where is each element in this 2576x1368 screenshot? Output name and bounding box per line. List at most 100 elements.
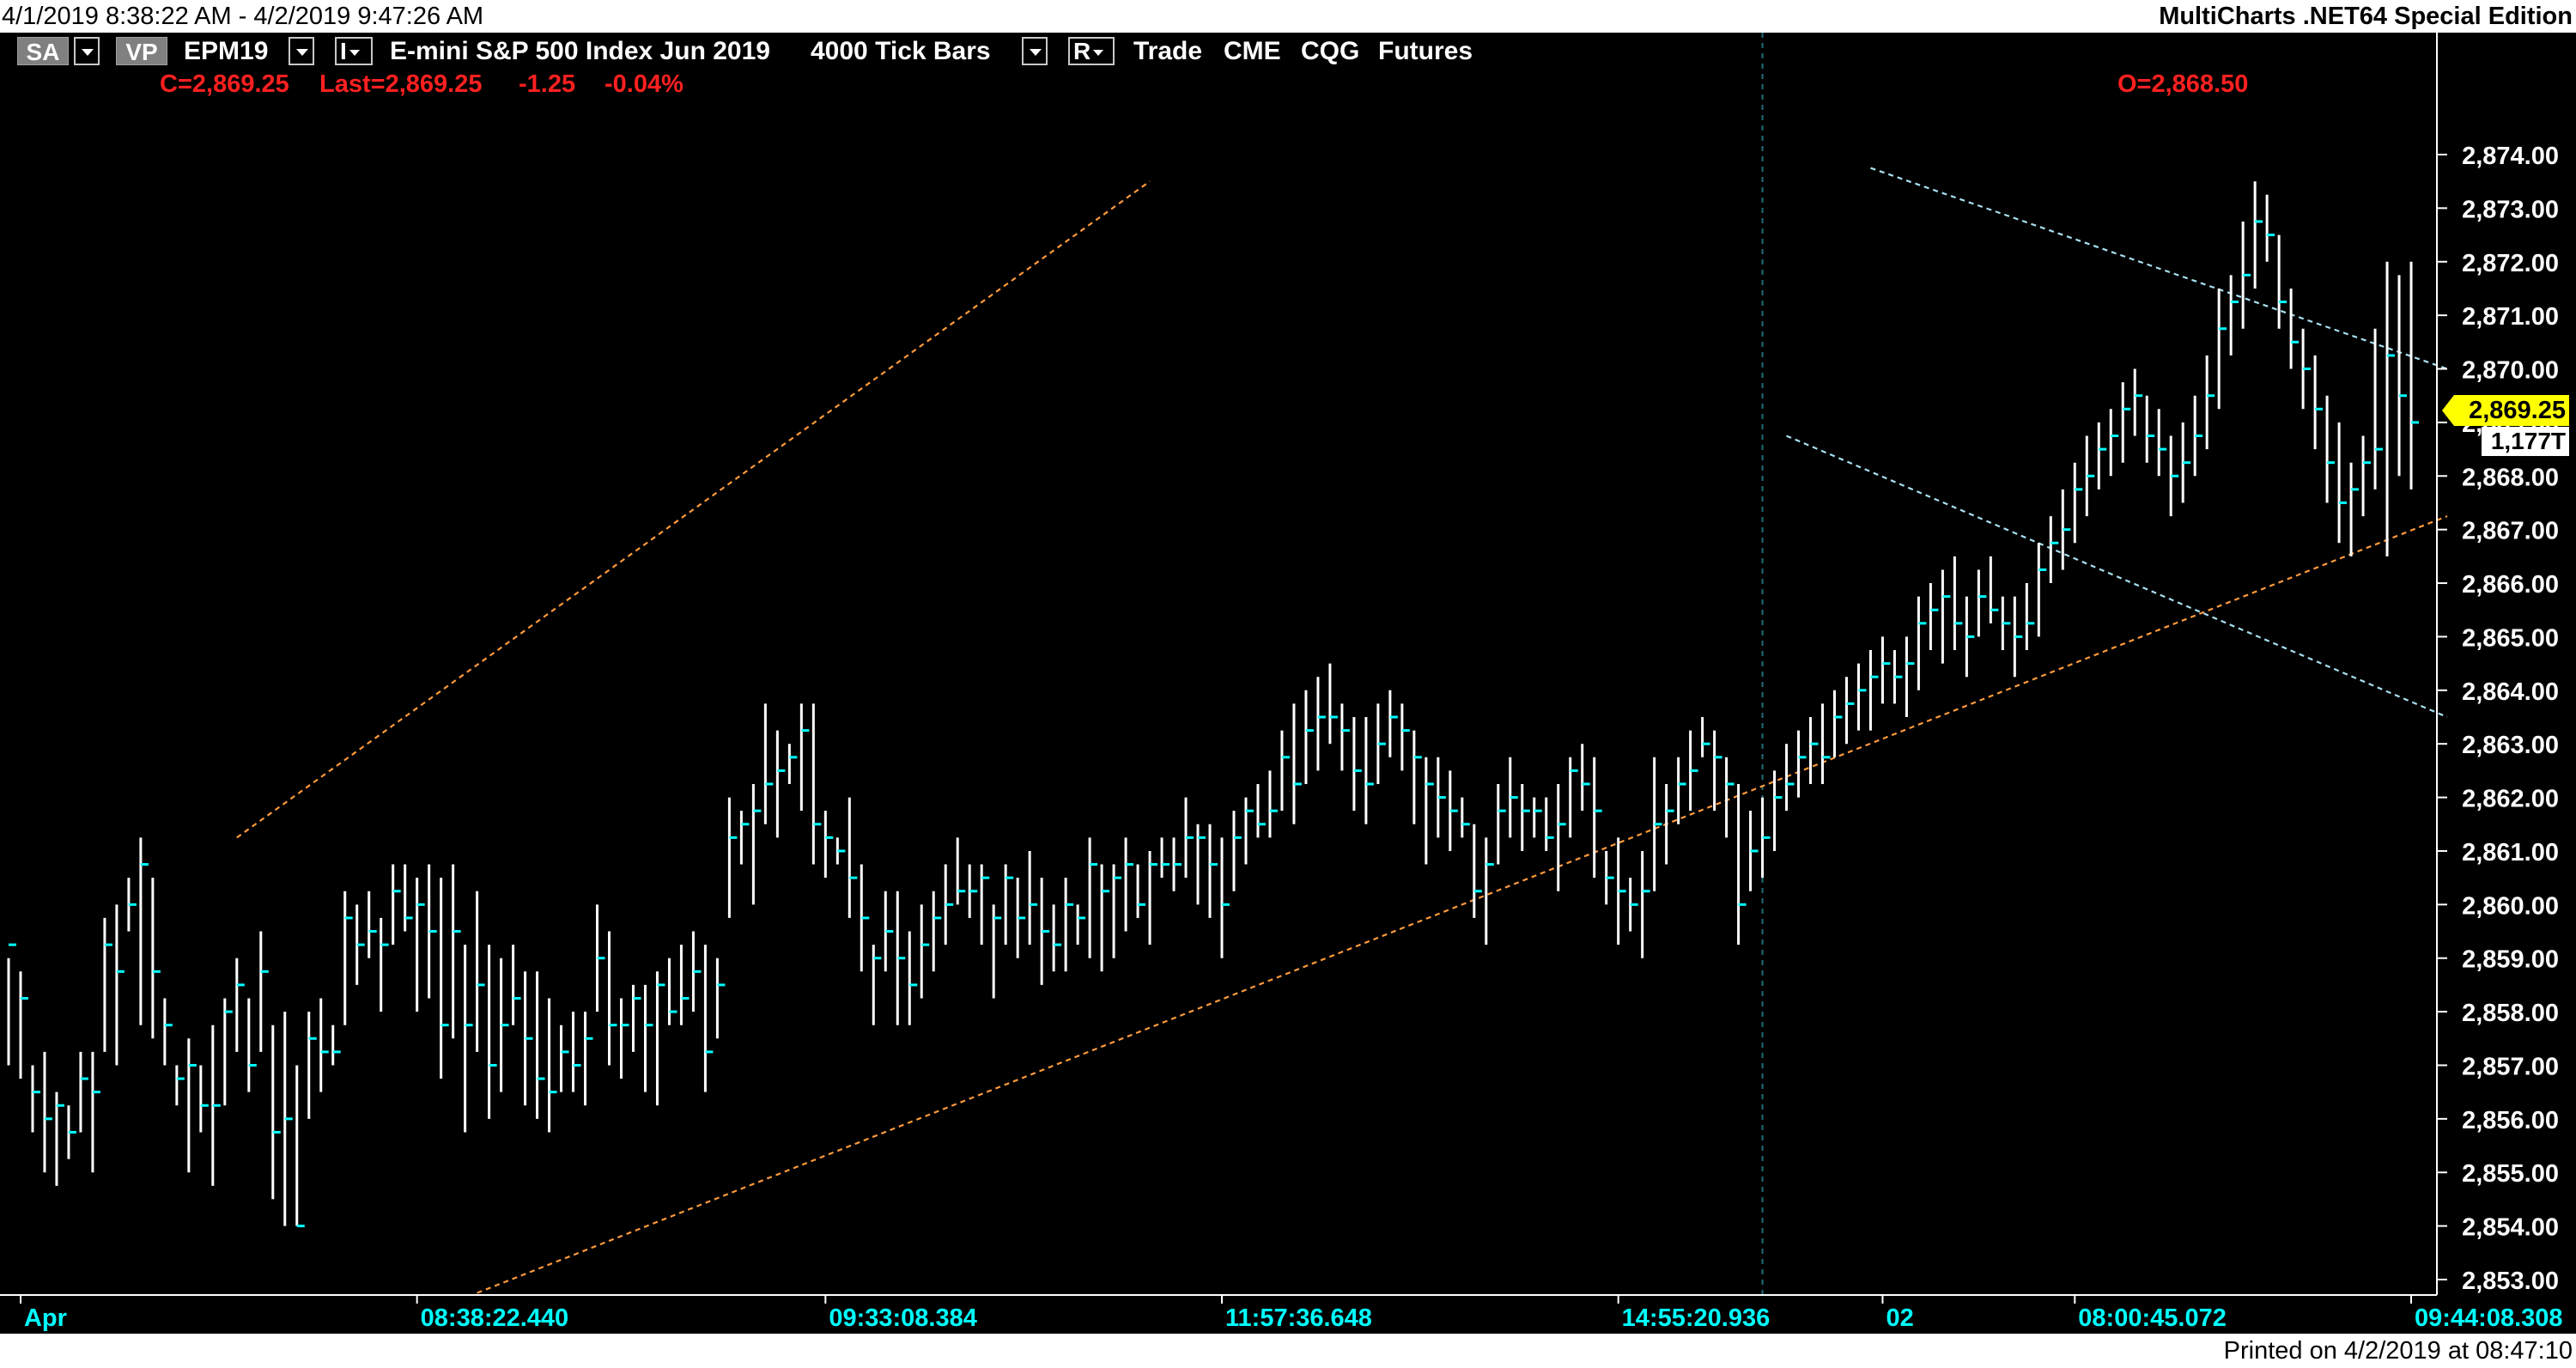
symbol-dropdown-arrow-icon[interactable] <box>289 37 314 65</box>
ohlc-bar <box>884 891 894 972</box>
price-tick-label: 2,865.00 <box>2462 624 2559 652</box>
ohlc-bar <box>1461 797 1470 838</box>
ohlc-bar <box>1856 663 1867 731</box>
ohlc-bar <box>404 864 413 932</box>
ohlc-bar <box>1268 770 1278 838</box>
vp-button[interactable]: VP <box>116 37 167 65</box>
ohlc-bar <box>1172 837 1182 891</box>
ohlc-bar <box>139 837 149 1025</box>
price-tick-label: 2,858.00 <box>2462 1000 2559 1027</box>
ohlc-bar <box>175 1065 185 1106</box>
ohlc-bar <box>55 1091 64 1186</box>
ohlc-bar <box>1208 824 1218 918</box>
ohlc-bar <box>1388 690 1398 757</box>
ohlc-bar <box>584 1012 593 1106</box>
ohlc-bar <box>19 971 28 1079</box>
trade-mode-label[interactable]: Trade <box>1133 36 1202 67</box>
ohlc-bar <box>512 945 521 1025</box>
ohlc-bar <box>151 878 161 1039</box>
ohlc-bar <box>1617 837 1626 945</box>
ohlc-bar <box>1244 797 1254 865</box>
price-chart[interactable]: 2,874.00 2,873.00 2,872.00 2,871.00 2,870.00… <box>0 33 2576 1334</box>
ohlc-bar <box>1449 770 1458 851</box>
time-tick-label: 09:44:08.308 <box>2415 1304 2563 1332</box>
exchange-label: CME <box>1224 37 1281 65</box>
ohlc-bar <box>763 703 774 824</box>
ohlc-bar <box>1437 757 1446 838</box>
ohlc-bar <box>343 891 353 1025</box>
ohlc-bar <box>259 931 269 1052</box>
ohlc-bar <box>2157 409 2167 477</box>
ohlc-bar <box>1641 850 1650 958</box>
ohlc-bar <box>835 837 846 865</box>
ohlc-bar <box>500 958 509 1092</box>
ohlc-bar <box>1076 904 1086 945</box>
ohlc-bar <box>848 797 858 918</box>
ohlc-bar <box>715 958 726 1039</box>
ohlc-bar <box>1376 703 1386 784</box>
ohlc-bar <box>1304 690 1314 784</box>
ohlc-bar <box>872 945 882 1025</box>
price-tick-label: 2,872.00 <box>2462 250 2559 277</box>
r-dropdown[interactable]: R <box>1068 37 1115 65</box>
data-feed-label: CQG <box>1301 37 1360 65</box>
ohlc-bar <box>283 1012 293 1226</box>
price-tick-label: 2,868.00 <box>2462 464 2559 491</box>
ohlc-bar <box>560 1024 569 1092</box>
price-tick-label: 2,854.00 <box>2462 1214 2559 1242</box>
ohlc-bar <box>103 917 112 1052</box>
bar-type-dropdown-arrow-icon[interactable] <box>1022 37 1048 65</box>
ohlc-bar <box>727 797 738 918</box>
ohlc-bar <box>1773 770 1783 851</box>
ohlc-bar <box>811 703 822 865</box>
axes: 2,874.00 2,873.00 2,872.00 2,871.00 2,870.00… <box>0 33 2563 1332</box>
time-tick-label: Apr <box>24 1304 67 1332</box>
ohlc-bar <box>319 998 329 1092</box>
change-percent-readout: -0.04% <box>605 70 683 98</box>
price-tick-label: 2,863.00 <box>2462 732 2559 759</box>
ohlc-bar <box>1088 837 1098 958</box>
trend-line <box>1870 167 2448 370</box>
ohlc-bar <box>67 1105 76 1159</box>
sa-dropdown-arrow-icon[interactable] <box>74 37 100 65</box>
ohlc-bar <box>992 904 1002 999</box>
sa-button[interactable]: SA <box>17 37 69 65</box>
interval-dropdown[interactable]: I <box>335 37 373 65</box>
ohlc-bar <box>115 904 125 1066</box>
ohlc-bar <box>956 837 966 905</box>
time-tick-label: 14:55:20.936 <box>1622 1304 1771 1332</box>
ohlc-bar <box>416 878 425 1012</box>
ohlc-bar <box>1545 797 1554 851</box>
ohlc-bar <box>187 1038 197 1173</box>
ohlc-bar <box>1605 850 1614 905</box>
price-tick-label: 2,862.00 <box>2462 786 2559 813</box>
ohlc-bar <box>464 945 473 1133</box>
ohlc-bar <box>739 811 750 865</box>
ohlc-bar <box>1425 757 1434 865</box>
ohlc-bar <box>2181 422 2191 503</box>
ohlc-bar <box>1016 878 1026 958</box>
ohlc-bar <box>2325 395 2336 503</box>
ohlc-bar <box>1352 717 1362 812</box>
ohlc-bar <box>91 1051 100 1173</box>
ohlc-bar <box>596 904 605 1012</box>
ohlc-bar <box>476 891 485 1052</box>
price-tick-label: 2,874.00 <box>2462 143 2559 170</box>
ohlc-bar <box>247 998 257 1092</box>
ohlc-bar <box>1124 837 1134 932</box>
ohlc-bar <box>1665 783 1674 865</box>
ohlc-bar <box>691 931 702 1012</box>
ohlc-bar <box>31 1065 40 1133</box>
ohlc-bar <box>655 971 665 1106</box>
ohlc-bar <box>548 998 557 1133</box>
ohlc-bar <box>1064 878 1074 972</box>
ohlc-bar <box>488 945 497 1119</box>
ohlc-bar <box>1052 904 1062 972</box>
symbol-label[interactable]: EPM19 <box>184 36 268 67</box>
chart-window[interactable]: 2,874.00 2,873.00 2,872.00 2,871.00 2,870.00… <box>0 33 2576 1334</box>
ohlc-bar <box>1473 824 1482 918</box>
ohlc-bar <box>980 864 990 945</box>
ohlc-bar <box>524 971 533 1106</box>
ohlc-bar <box>1905 636 1915 717</box>
open-price-readout: O=2,868.50 <box>2117 70 2249 98</box>
